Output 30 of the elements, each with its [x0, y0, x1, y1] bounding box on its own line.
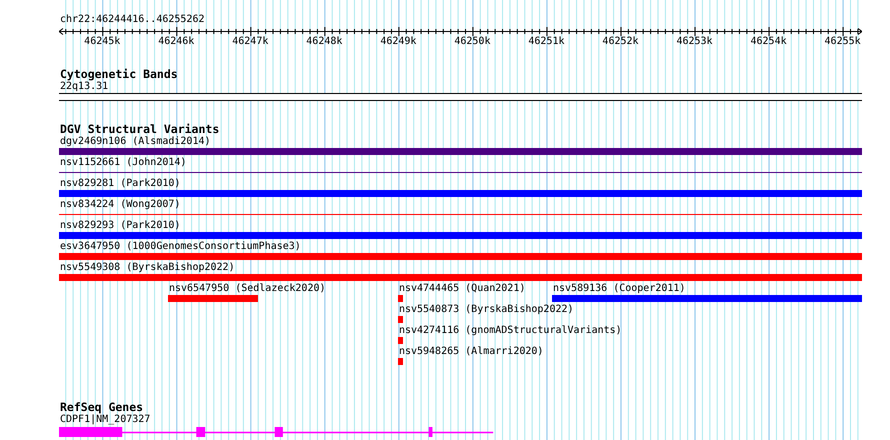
- variant-label: esv3647950 (1000GenomesConsortiumPhase3): [59, 241, 302, 253]
- tick-label: 46248k: [306, 36, 342, 48]
- tick-label: 46250k: [454, 36, 490, 48]
- variant-label: nsv5540873 (ByrskaBishop2022): [398, 304, 574, 316]
- tick-label: 46251k: [528, 36, 565, 48]
- variant-label: nsv1152661 (John2014): [59, 157, 188, 169]
- variant-label: dgv2469n106 (Alsmadi2014): [59, 136, 212, 148]
- tick-label: 46255k: [824, 36, 861, 48]
- variant-label: nsv4274116 (gnomADStructuralVariants): [398, 325, 622, 337]
- tick-label: 46247k: [232, 36, 268, 48]
- tick-label: 46253k: [676, 36, 713, 48]
- track-title: DGV Structural Variants: [59, 123, 220, 136]
- tick-label: 46252k: [602, 36, 639, 48]
- tick-label: 46246k: [158, 36, 194, 48]
- variant-label: nsv5948265 (Almarri2020): [398, 346, 544, 358]
- band-label: 22q13.31: [59, 81, 110, 93]
- track-title: RefSeq Genes: [59, 401, 144, 414]
- range-label: chr22:46244416..46255262: [59, 14, 206, 26]
- track-title: Cytogenetic Bands: [59, 68, 179, 81]
- tick-label: 46249k: [380, 36, 416, 48]
- gene-label: CDPF1|NM_207327: [59, 414, 152, 426]
- variant-label: nsv589136 (Cooper2011): [552, 283, 686, 295]
- tick-label: 46254k: [750, 36, 787, 48]
- variant-label: nsv5549308 (ByrskaBishop2022): [59, 262, 236, 274]
- variant-label: nsv6547950 (Sedlazeck2020): [168, 283, 326, 295]
- tick-label: 46245k: [84, 36, 120, 48]
- variant-label: nsv834224 (Wong2007): [59, 199, 182, 211]
- variant-label: nsv829293 (Park2010): [59, 220, 182, 232]
- variant-label: nsv4744465 (Quan2021): [398, 283, 526, 295]
- variant-label: nsv829281 (Park2010): [59, 178, 182, 190]
